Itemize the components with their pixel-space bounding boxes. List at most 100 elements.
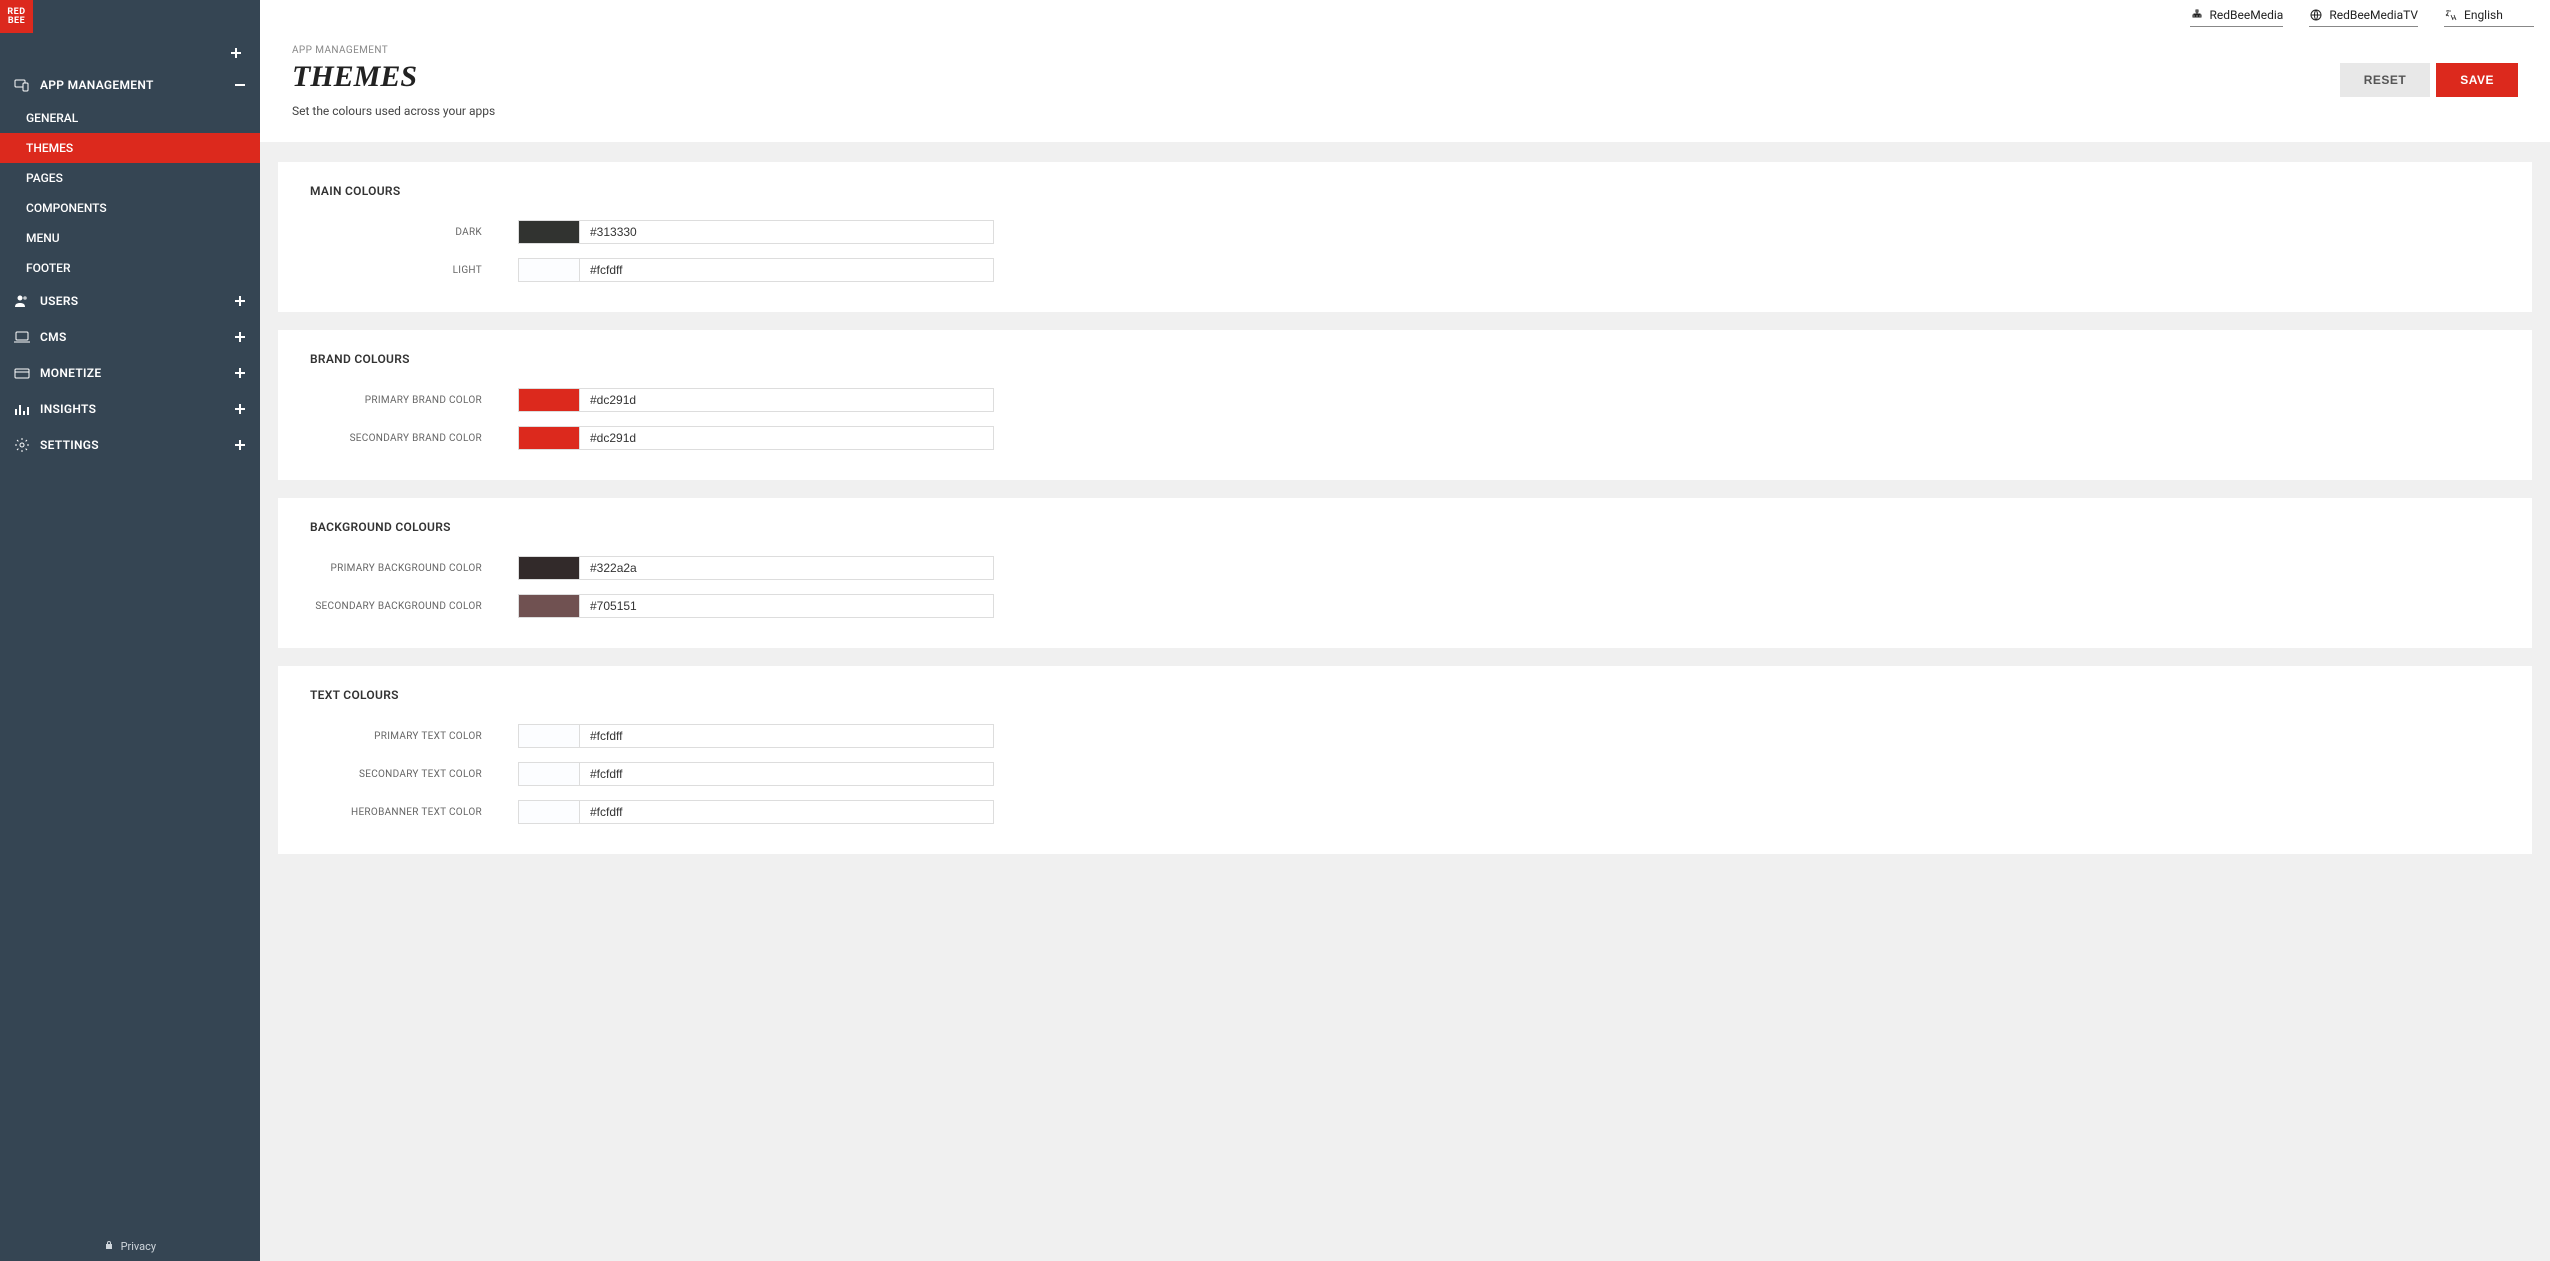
devices-icon	[14, 77, 30, 93]
nav-section-label: CMS	[40, 330, 67, 344]
color-input[interactable]	[580, 800, 994, 824]
field-label: SECONDARY BRAND COLOR	[310, 433, 518, 444]
nav-section-app-management[interactable]: APP MANAGEMENT	[0, 67, 260, 103]
sidebar: REDBEE APP MANAGEMENTGENERALTHEMESPAGESC…	[0, 0, 260, 1261]
color-swatch[interactable]	[518, 220, 580, 244]
field-label: HEROBANNER TEXT COLOR	[310, 807, 518, 818]
field-label: SECONDARY BACKGROUND COLOR	[310, 601, 518, 612]
color-field-row: SECONDARY BRAND COLOR	[310, 426, 2500, 450]
breadcrumb: APP MANAGEMENT	[292, 45, 495, 56]
nav-section-cms[interactable]: CMS	[0, 319, 260, 355]
nav-section-label: APP MANAGEMENT	[40, 78, 154, 92]
nav-item-pages[interactable]: PAGES	[0, 163, 260, 193]
color-field-row: PRIMARY TEXT COLOR	[310, 724, 2500, 748]
plus-icon	[234, 403, 246, 415]
card-title: MAIN COLOURS	[310, 184, 2500, 198]
color-field-row: PRIMARY BRAND COLOR	[310, 388, 2500, 412]
top-bar: RedBeeMedia RedBeeMediaTV English	[260, 0, 2550, 29]
field-label: PRIMARY BACKGROUND COLOR	[310, 563, 518, 574]
card-main-colours: MAIN COLOURS DARK LIGHT	[278, 162, 2532, 312]
field-label: DARK	[310, 227, 518, 238]
translate-icon	[2444, 8, 2458, 22]
card-title: TEXT COLOURS	[310, 688, 2500, 702]
nav-section-label: USERS	[40, 294, 78, 308]
page-description: Set the colours used across your apps	[292, 104, 495, 118]
lock-icon	[104, 1240, 117, 1253]
nav-item-general[interactable]: GENERAL	[0, 103, 260, 133]
org-label: RedBeeMedia	[2210, 8, 2284, 22]
color-input[interactable]	[580, 426, 994, 450]
color-swatch[interactable]	[518, 594, 580, 618]
color-field-row: LIGHT	[310, 258, 2500, 282]
chart-icon	[14, 401, 30, 417]
privacy-link[interactable]: Privacy	[121, 1240, 157, 1253]
color-input[interactable]	[580, 762, 994, 786]
color-input[interactable]	[580, 556, 994, 580]
color-field-row: PRIMARY BACKGROUND COLOR	[310, 556, 2500, 580]
users-icon	[14, 293, 30, 309]
nav-section-label: INSIGHTS	[40, 402, 96, 416]
color-input[interactable]	[580, 220, 994, 244]
plus-icon	[234, 439, 246, 451]
color-swatch[interactable]	[518, 258, 580, 282]
color-field-row: HEROBANNER TEXT COLOR	[310, 800, 2500, 824]
globe-icon	[2309, 8, 2323, 22]
color-swatch[interactable]	[518, 426, 580, 450]
nav-item-components[interactable]: COMPONENTS	[0, 193, 260, 223]
nav-section-settings[interactable]: SETTINGS	[0, 427, 260, 463]
color-field-row: DARK	[310, 220, 2500, 244]
card-background-colours: BACKGROUND COLOURS PRIMARY BACKGROUND COL…	[278, 498, 2532, 648]
nav-section-label: MONETIZE	[40, 366, 101, 380]
color-input[interactable]	[580, 388, 994, 412]
laptop-icon	[14, 329, 30, 345]
reset-button[interactable]: RESET	[2340, 63, 2431, 97]
content: MAIN COLOURS DARK LIGHT BRAND COLOURS PRIMAR…	[260, 142, 2550, 894]
nav-section-users[interactable]: USERS	[0, 283, 260, 319]
color-field-row: SECONDARY BACKGROUND COLOR	[310, 594, 2500, 618]
color-swatch[interactable]	[518, 556, 580, 580]
org-selector[interactable]: RedBeeMedia	[2190, 6, 2284, 27]
field-label: LIGHT	[310, 265, 518, 276]
field-label: PRIMARY BRAND COLOR	[310, 395, 518, 406]
language-selector[interactable]: English	[2444, 6, 2534, 27]
card-brand-colours: BRAND COLOURS PRIMARY BRAND COLOR SECONDAR…	[278, 330, 2532, 480]
field-label: SECONDARY TEXT COLOR	[310, 769, 518, 780]
sidebar-add-button[interactable]	[226, 43, 246, 63]
page-header: APP MANAGEMENT THEMES Set the colours us…	[260, 29, 2550, 142]
nav-item-menu[interactable]: MENU	[0, 223, 260, 253]
color-swatch[interactable]	[518, 724, 580, 748]
minus-icon	[234, 79, 246, 91]
color-input[interactable]	[580, 724, 994, 748]
color-swatch[interactable]	[518, 388, 580, 412]
brand-logo[interactable]: REDBEE	[0, 0, 33, 33]
card-title: BACKGROUND COLOURS	[310, 520, 2500, 534]
save-button[interactable]: SAVE	[2436, 63, 2518, 97]
gear-icon	[14, 437, 30, 453]
nav-section-insights[interactable]: INSIGHTS	[0, 391, 260, 427]
nav-section-monetize[interactable]: MONETIZE	[0, 355, 260, 391]
color-input[interactable]	[580, 594, 994, 618]
plus-icon	[234, 295, 246, 307]
nav-section-label: SETTINGS	[40, 438, 99, 452]
color-field-row: SECONDARY TEXT COLOR	[310, 762, 2500, 786]
plus-icon	[234, 331, 246, 343]
product-selector[interactable]: RedBeeMediaTV	[2309, 6, 2418, 27]
card-title: BRAND COLOURS	[310, 352, 2500, 366]
page-title: THEMES	[292, 60, 495, 94]
nav-item-themes[interactable]: THEMES	[0, 133, 260, 163]
org-icon	[2190, 8, 2204, 22]
plus-icon	[234, 367, 246, 379]
product-label: RedBeeMediaTV	[2329, 8, 2418, 22]
color-swatch[interactable]	[518, 800, 580, 824]
card-text-colours: TEXT COLOURS PRIMARY TEXT COLOR SECONDARY …	[278, 666, 2532, 854]
color-swatch[interactable]	[518, 762, 580, 786]
sidebar-footer: Privacy	[0, 1232, 260, 1261]
color-input[interactable]	[580, 258, 994, 282]
nav-item-footer[interactable]: FOOTER	[0, 253, 260, 283]
main-area: RedBeeMedia RedBeeMediaTV English APP MA…	[260, 0, 2550, 1261]
field-label: PRIMARY TEXT COLOR	[310, 731, 518, 742]
card-icon	[14, 365, 30, 381]
logo-text: REDBEE	[7, 8, 25, 26]
language-label: English	[2464, 8, 2503, 22]
plus-icon	[230, 47, 242, 59]
